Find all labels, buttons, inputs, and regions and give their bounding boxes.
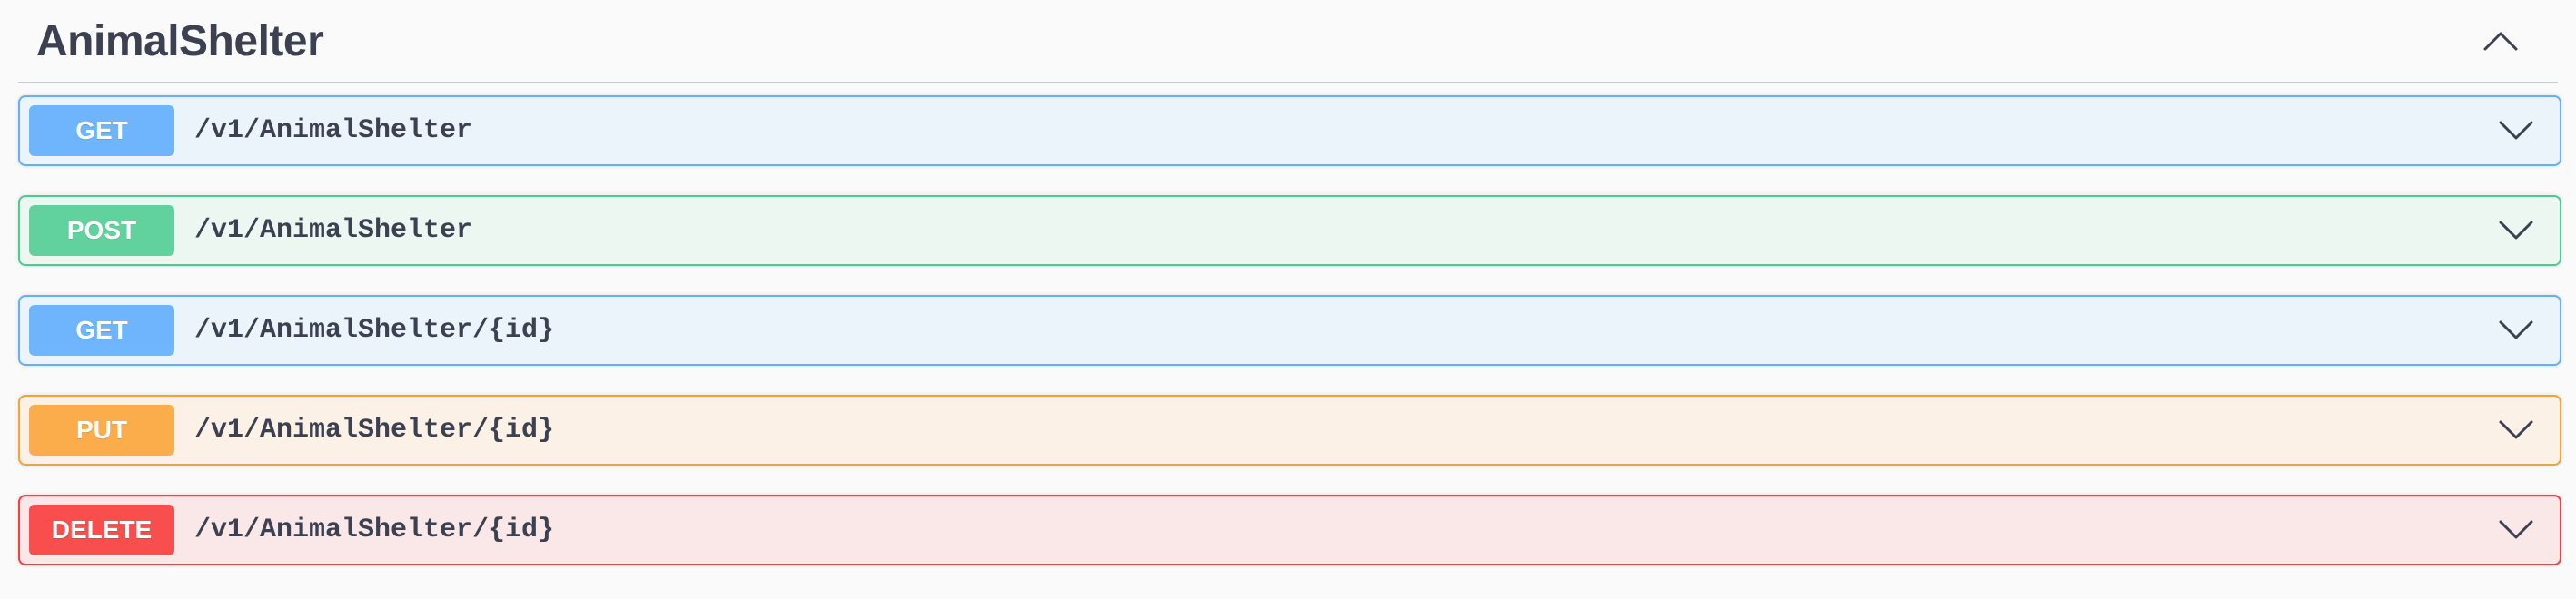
operation-post-animalshelter[interactable]: POST /v1/AnimalShelter (18, 195, 2561, 266)
method-badge: GET (29, 305, 174, 356)
chevron-down-icon (2499, 221, 2533, 240)
operation-path: /v1/AnimalShelter/{id} (194, 515, 555, 545)
operation-get-animalshelter-id[interactable]: GET /v1/AnimalShelter/{id} (18, 295, 2561, 366)
expand-button[interactable] (2489, 203, 2543, 258)
api-tag-section: AnimalShelter GET /v1/AnimalShelter POST… (0, 0, 2576, 599)
chevron-down-icon (2499, 520, 2533, 539)
method-badge: GET (29, 105, 174, 156)
method-badge: PUT (29, 405, 174, 456)
operation-delete-animalshelter-id[interactable]: DELETE /v1/AnimalShelter/{id} (18, 495, 2561, 565)
operations-list: GET /v1/AnimalShelter POST /v1/AnimalShe… (18, 95, 2561, 594)
collapse-button[interactable] (2469, 9, 2532, 73)
chevron-up-icon (2483, 32, 2518, 51)
method-badge: DELETE (29, 505, 174, 555)
chevron-down-icon (2499, 320, 2533, 339)
method-badge: POST (29, 205, 174, 256)
tag-title: AnimalShelter (36, 16, 324, 65)
expand-button[interactable] (2489, 403, 2543, 457)
operation-put-animalshelter-id[interactable]: PUT /v1/AnimalShelter/{id} (18, 395, 2561, 466)
operation-path: /v1/AnimalShelter (194, 115, 473, 146)
operation-path: /v1/AnimalShelter (194, 215, 473, 246)
chevron-down-icon (2499, 420, 2533, 439)
expand-button[interactable] (2489, 303, 2543, 358)
operation-get-animalshelter[interactable]: GET /v1/AnimalShelter (18, 95, 2561, 166)
expand-button[interactable] (2489, 503, 2543, 557)
operation-path: /v1/AnimalShelter/{id} (194, 315, 555, 346)
expand-button[interactable] (2489, 103, 2543, 158)
chevron-down-icon (2499, 121, 2533, 140)
tag-header[interactable]: AnimalShelter (18, 0, 2558, 83)
operation-path: /v1/AnimalShelter/{id} (194, 415, 555, 446)
